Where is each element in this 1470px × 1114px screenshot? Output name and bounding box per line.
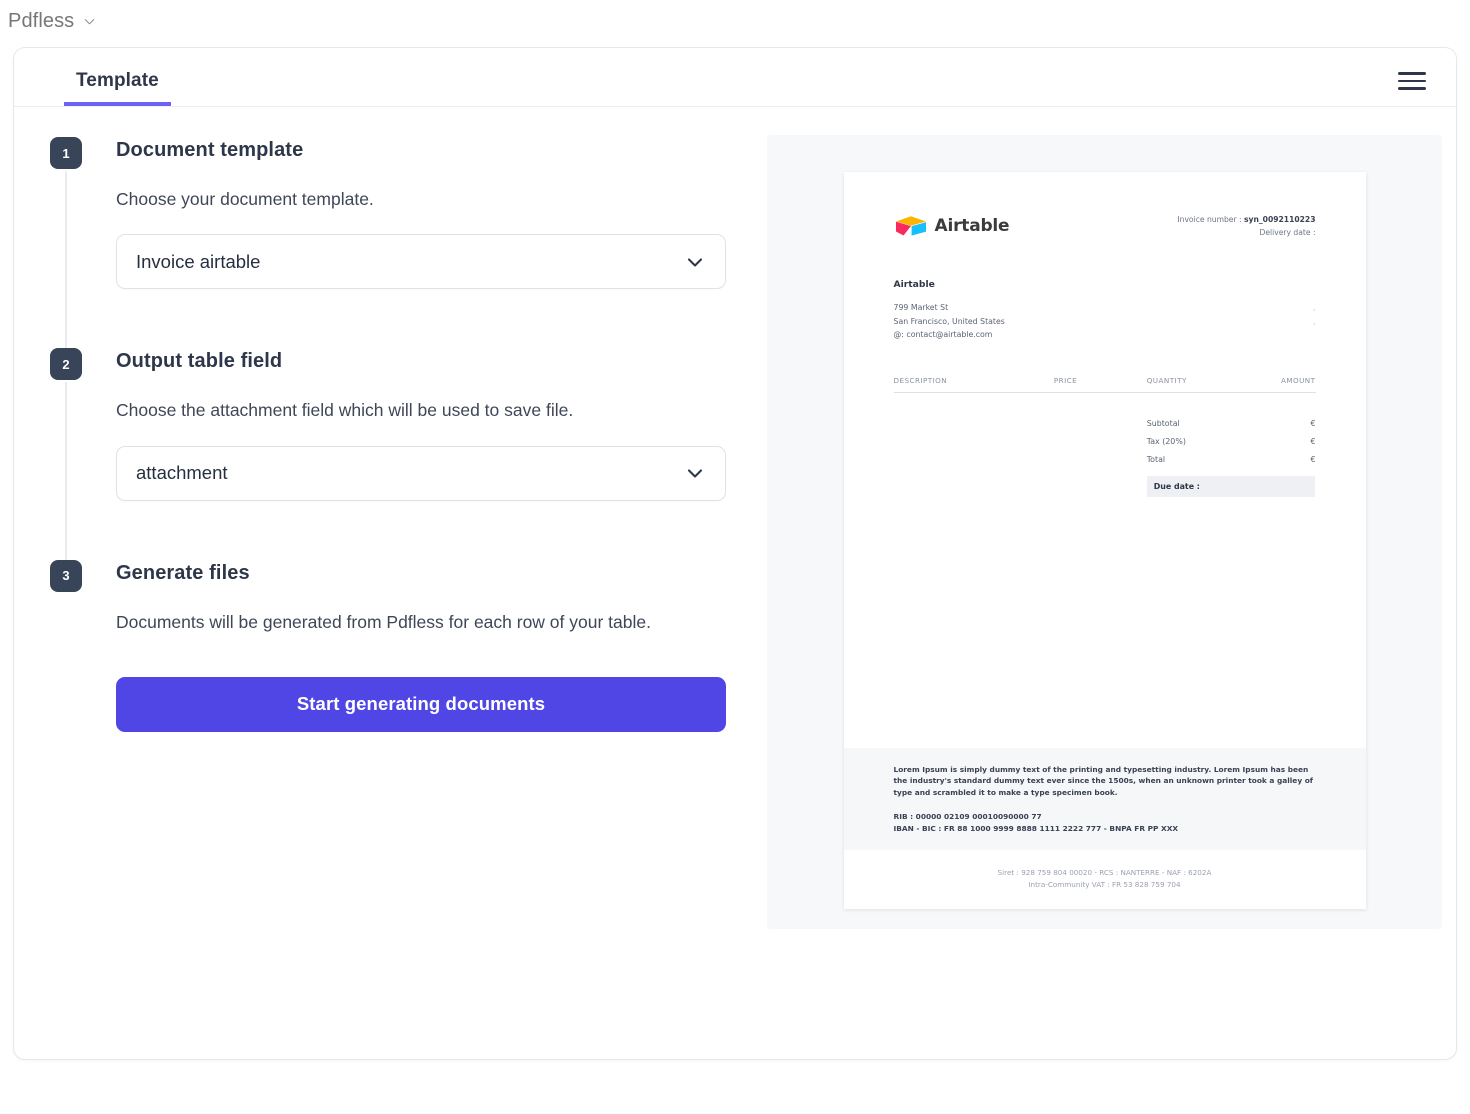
document-preview-pane: Airtable Invoice number : syn_0092110223… [767, 135, 1442, 929]
sender-email: @: contact@airtable.com [893, 330, 993, 340]
column-header-quantity: QUANTITY [1146, 375, 1187, 385]
step-title: Document template [116, 139, 304, 161]
recipient-line-2: , [1313, 316, 1316, 326]
footer-lorem-text: Lorem Ipsum is simply dummy text of the … [893, 765, 1314, 797]
airtable-logo-icon [894, 214, 928, 238]
invoice-number-value: syn_0092110223 [1243, 215, 1316, 224]
invoice-number-row: Invoice number : syn_0092110223 [1177, 214, 1315, 227]
step-generate-files: 3 Generate files Documents will be gener… [34, 558, 767, 732]
hamburger-menu-icon[interactable] [1398, 69, 1426, 93]
main-card: Template 1 Document template Choose your… [13, 47, 1457, 1060]
step-output-table-field: 2 Output table field Choose the attachme… [34, 346, 767, 562]
subtotal-label: Subtotal [1146, 419, 1180, 429]
card-body: 1 Document template Choose your document… [14, 107, 1456, 1059]
footer-vat: Intra-Community VAT : FR 53 828 759 704 [1028, 879, 1181, 889]
tax-label: Tax (20%) [1146, 437, 1186, 447]
steps-column: 1 Document template Choose your document… [14, 135, 767, 1059]
step-number-badge: 2 [50, 348, 82, 381]
total-value: € [1310, 455, 1316, 465]
step-document-template: 1 Document template Choose your document… [34, 135, 767, 351]
footer-iban: IBAN - BIC : FR 88 1000 9999 8888 1111 2… [893, 823, 1179, 833]
total-row-total: Total € [1147, 451, 1316, 469]
app-switcher[interactable]: Pdfless [8, 10, 96, 33]
sender-address-line-1: 799 Market St [893, 303, 949, 313]
invoice-header: Airtable Invoice number : syn_0092110223… [894, 214, 1316, 239]
footer-legal-block: Siret : 928 759 804 00020 - RCS : NANTER… [843, 849, 1366, 909]
recipient-line-1: , [1313, 303, 1316, 313]
hamburger-line [1398, 79, 1426, 83]
invoice-sender: Airtable 799 Market St San Francisco, Un… [894, 279, 1005, 342]
tab-bar: Template [14, 48, 1456, 107]
due-date-row: Due date : [1146, 475, 1316, 497]
output-field-select[interactable]: attachment [116, 445, 726, 501]
tab-list: Template [14, 48, 171, 106]
step-title: Generate files [116, 561, 250, 584]
invoice-number-label: Invoice number : [1177, 215, 1244, 224]
tab-template[interactable]: Template [64, 70, 171, 106]
output-field-value: attachment [136, 462, 228, 483]
total-row-subtotal: Subtotal € [1147, 415, 1316, 433]
brand-name: Airtable [934, 216, 1010, 236]
subtotal-value: € [1310, 419, 1316, 429]
footer-notes-block: Lorem Ipsum is simply dummy text of the … [843, 748, 1366, 850]
invoice-page: Airtable Invoice number : syn_0092110223… [843, 172, 1366, 909]
top-bar: Pdfless [0, 0, 1470, 42]
document-template-select[interactable]: Invoice airtable [116, 234, 726, 290]
footer-rib: RIB : 00000 02109 00010090000 77 [893, 811, 1042, 821]
invoice-recipient: , , [1236, 279, 1316, 342]
invoice-meta: Invoice number : syn_0092110223 Delivery… [1177, 214, 1315, 239]
step-description: Documents will be generated from Pdfless… [116, 611, 651, 632]
footer-siret: Siret : 928 759 804 00020 - RCS : NANTER… [997, 867, 1212, 877]
tax-value: € [1310, 437, 1316, 447]
chevron-down-icon [684, 251, 706, 273]
table-header-row: DESCRIPTION PRICE QUANTITY AMOUNT [893, 375, 1316, 393]
app-name: Pdfless [8, 9, 75, 32]
invoice-parties: Airtable 799 Market St San Francisco, Un… [894, 279, 1316, 342]
step-number-badge: 3 [50, 559, 82, 592]
invoice-totals: Subtotal € Tax (20%) € Total € Due date … [1146, 415, 1316, 497]
hamburger-line [1398, 72, 1426, 75]
total-row-tax: Tax (20%) € [1147, 433, 1316, 451]
step-title: Output table field [116, 350, 283, 373]
total-label: Total [1146, 455, 1166, 465]
column-header-description: DESCRIPTION [893, 375, 948, 385]
chevron-down-icon [684, 462, 706, 484]
column-header-amount: AMOUNT [1280, 375, 1316, 385]
invoice-line-items-table: DESCRIPTION PRICE QUANTITY AMOUNT [893, 375, 1316, 393]
invoice-brand: Airtable [894, 214, 1010, 238]
delivery-date-row: Delivery date : [1259, 227, 1316, 237]
chevron-down-icon [83, 15, 96, 28]
invoice-content: Airtable Invoice number : syn_0092110223… [844, 172, 1366, 497]
document-template-value: Invoice airtable [136, 250, 261, 272]
invoice-footer: Lorem Ipsum is simply dummy text of the … [843, 748, 1366, 909]
step-description: Choose the attachment field which will b… [116, 400, 574, 421]
column-header-price: PRICE [1053, 375, 1078, 385]
hamburger-line [1398, 87, 1426, 90]
step-connector-line [65, 382, 67, 562]
sender-company: Airtable [893, 279, 935, 291]
step-number-badge: 1 [50, 137, 82, 169]
preview-column: Airtable Invoice number : syn_0092110223… [767, 135, 1456, 1059]
step-description: Choose your document template. [116, 189, 374, 209]
footer-bank-details: RIB : 00000 02109 00010090000 77 IBAN - … [894, 811, 1316, 835]
step-connector-line [65, 171, 67, 351]
start-generating-documents-button[interactable]: Start generating documents [116, 676, 726, 732]
sender-address-line-2: San Francisco, United States [893, 316, 1005, 326]
